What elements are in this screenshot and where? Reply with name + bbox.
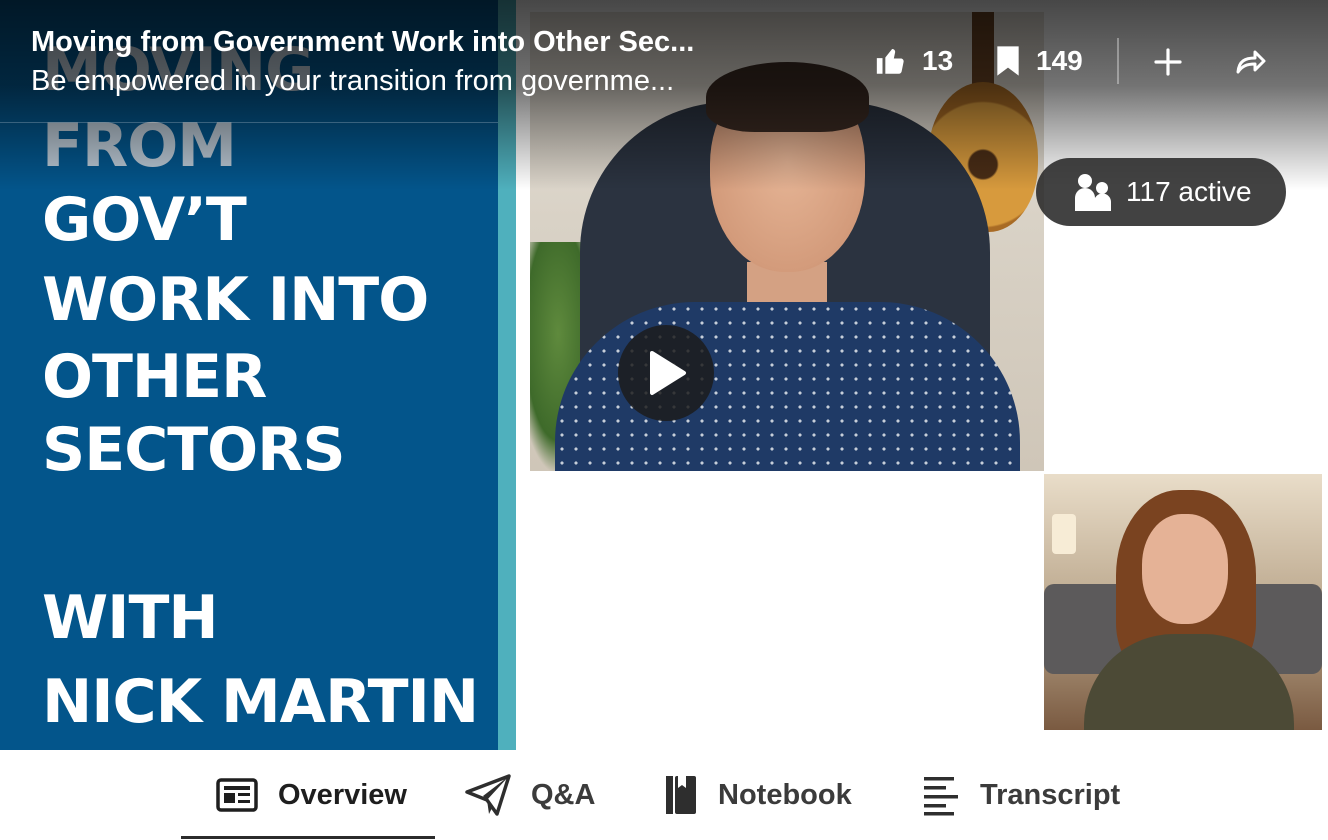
people-icon bbox=[1075, 174, 1111, 211]
tab-transcript[interactable]: Transcript bbox=[922, 750, 1120, 840]
share-arrow-icon bbox=[1236, 50, 1266, 74]
active-viewers-badge: 117 active bbox=[1036, 158, 1286, 226]
save-button[interactable]: 149 bbox=[994, 38, 1083, 84]
slide-accent-bar bbox=[498, 0, 516, 750]
overview-icon bbox=[216, 778, 258, 812]
content-tabs: Overview Q&A Notebook Transcript bbox=[0, 750, 1328, 840]
tab-label: Notebook bbox=[718, 778, 852, 811]
slide-line: WITH bbox=[42, 583, 219, 653]
header-divider bbox=[0, 122, 498, 123]
tab-label: Overview bbox=[278, 778, 407, 811]
slide-line: NICK MARTIN bbox=[42, 667, 479, 737]
notebook-icon bbox=[666, 776, 696, 814]
slide-line: WORK INTO bbox=[42, 265, 429, 335]
tab-qa[interactable]: Q&A bbox=[465, 750, 595, 840]
video-title: Moving from Government Work into Other S… bbox=[31, 26, 695, 58]
like-button[interactable]: 13 bbox=[874, 38, 953, 84]
slide-line: SECTORS bbox=[42, 415, 346, 485]
play-icon bbox=[650, 351, 686, 395]
paper-plane-icon bbox=[465, 774, 511, 816]
save-count: 149 bbox=[1036, 45, 1083, 76]
lamp-decor bbox=[1052, 514, 1076, 554]
presenter-video-pip bbox=[1044, 474, 1322, 730]
thumbs-up-icon bbox=[876, 48, 904, 74]
plus-icon bbox=[1154, 48, 1182, 76]
video-player[interactable]: MOVING FROM GOV’T WORK INTO OTHER SECTOR… bbox=[0, 0, 1328, 750]
active-viewers-count: 117 active bbox=[1126, 176, 1252, 207]
share-button[interactable] bbox=[1229, 40, 1273, 84]
bookmark-icon bbox=[997, 46, 1019, 76]
tab-overview[interactable]: Overview bbox=[216, 750, 407, 840]
like-count: 13 bbox=[922, 45, 954, 76]
toolbar-divider bbox=[1117, 38, 1119, 84]
tab-label: Q&A bbox=[531, 778, 596, 811]
title-slide: MOVING FROM GOV’T WORK INTO OTHER SECTOR… bbox=[0, 0, 498, 750]
transcript-icon bbox=[924, 777, 958, 816]
active-tab-indicator bbox=[181, 836, 435, 839]
tab-notebook[interactable]: Notebook bbox=[664, 750, 852, 840]
video-subtitle: Be empowered in your transition from gov… bbox=[31, 65, 675, 97]
slide-line: OTHER bbox=[42, 342, 267, 412]
pip-face bbox=[1142, 514, 1228, 624]
add-button[interactable] bbox=[1146, 40, 1190, 84]
slide-line: FROM bbox=[42, 111, 237, 181]
tab-label: Transcript bbox=[980, 778, 1121, 811]
play-button[interactable] bbox=[618, 325, 714, 421]
slide-line: GOV’T bbox=[42, 185, 247, 255]
